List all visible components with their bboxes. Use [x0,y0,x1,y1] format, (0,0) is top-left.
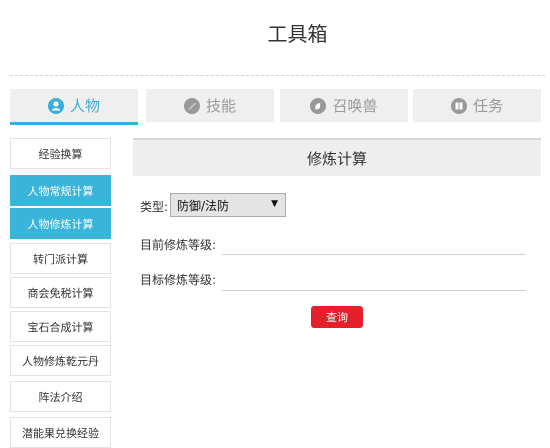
sidebar-item-tax-free[interactable]: 商会免税计算 [10,277,111,308]
dropdown-caret-icon: ▼ [271,199,278,209]
tab-label: 技能 [205,97,236,115]
current-level-input[interactable] [222,233,526,253]
sidebar-item-qianyuan[interactable]: 人物修炼乾元丹 [10,345,111,376]
type-select-value: 防御/法防 [177,198,230,213]
tab-person[interactable]: 人物 [10,89,138,125]
current-level-underline [222,254,526,255]
skill-icon [183,97,200,114]
tab-label: 任务 [472,97,503,115]
header-divider [10,75,545,76]
sidebar-item-school-change[interactable]: 转门派计算 [10,243,111,274]
type-select[interactable]: 防御/法防 ▼ [170,193,286,217]
query-button[interactable]: 查询 [311,306,363,328]
tab-label: 人物 [69,97,100,115]
tab-label: 召唤兽 [332,97,378,115]
panel-title: 修炼计算 [133,138,541,176]
summon-icon [310,97,327,114]
page-title: 工具箱 [267,22,328,46]
quest-icon [450,97,467,114]
target-level-input[interactable] [222,268,526,288]
sidebar-item-general-calc[interactable]: 人物常规计算 [10,175,111,206]
tab-skill[interactable]: 技能 [146,89,274,122]
person-icon [47,97,64,114]
current-level-label: 目前修炼等级: [140,238,217,252]
tab-quest[interactable]: 任务 [413,89,541,122]
sidebar-item-formation[interactable]: 阵法介绍 [10,381,111,412]
sidebar-item-cultivation-calc[interactable]: 人物修炼计算 [10,208,111,239]
type-label: 类型: [140,200,169,214]
sidebar-item-gem-synthesis[interactable]: 宝石合成计算 [10,311,111,342]
main-tabs: 人物 技能 召唤兽 任务 [10,89,545,125]
sidebar-item-exp-convert[interactable]: 经验换算 [10,138,111,169]
tab-summon[interactable]: 召唤兽 [280,89,408,122]
sidebar-item-potential-fruit[interactable]: 潜能果兑换经验 [10,417,111,448]
target-level-underline [222,290,526,291]
target-level-label: 目标修炼等级: [140,273,217,287]
